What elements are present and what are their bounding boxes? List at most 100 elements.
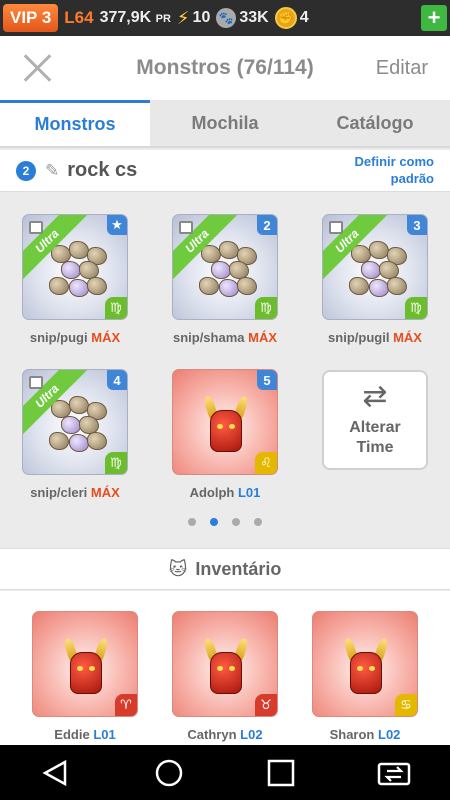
cat-face-icon: 🐱 — [168, 558, 188, 579]
monster-level: MÁX — [90, 485, 120, 500]
inventory-label: Sharon L02 — [290, 727, 440, 742]
monster-name: snip/pugi — [29, 330, 88, 345]
tab-catalogo[interactable]: Catálogo — [300, 100, 450, 146]
monster-label: snip/pugi MÁX — [0, 330, 150, 345]
system-nav-bar — [0, 745, 450, 800]
monster-level: MÁX — [393, 330, 422, 345]
monster-level: MÁX — [248, 330, 278, 345]
home-icon[interactable] — [149, 753, 189, 793]
switch-app-icon[interactable] — [374, 753, 414, 793]
inventory-label: Cathryn L02 — [150, 727, 300, 742]
tab-monstros[interactable]: Monstros — [0, 100, 150, 146]
page-dot[interactable] — [232, 518, 240, 526]
monster-card[interactable]: 5 ♌ — [172, 369, 278, 475]
star-badge: ★ — [107, 215, 127, 235]
demon-monster-image — [338, 636, 394, 698]
monster-level: L01 — [237, 485, 261, 500]
monster-name: snip/cleri — [30, 485, 88, 500]
monster-card[interactable]: Ultra 3 ♍ — [322, 214, 428, 320]
energy-value: 10 — [192, 9, 211, 26]
tab-bar: Monstros Mochila Catálogo — [0, 100, 450, 148]
page-dot[interactable] — [254, 518, 262, 526]
page-dot-active[interactable] — [210, 518, 218, 526]
slot-badge: 2 — [257, 215, 277, 235]
team-bar: 2 ✎ rock cs Definir como padrão — [0, 150, 450, 192]
monster-label: snip/shama MÁX — [150, 330, 300, 345]
inventory-label: Eddie L01 — [10, 727, 160, 742]
monster-name: snip/shama — [172, 330, 245, 345]
taurus-element-icon: ♉ — [255, 694, 277, 716]
close-icon[interactable] — [20, 50, 56, 86]
slot-badge: 4 — [107, 370, 127, 390]
set-default-line1: Definir como — [354, 154, 434, 169]
monster-level: L02 — [378, 727, 401, 742]
monster-label: Adolph L01 — [150, 485, 300, 500]
monster-card[interactable]: Ultra ★ ♍ — [22, 214, 128, 320]
slot-badge: 5 — [257, 370, 277, 390]
book-icon — [29, 221, 43, 234]
coins-value: 4 — [299, 9, 309, 26]
vip-badge[interactable]: VIP 3 — [3, 4, 59, 32]
power-value: 377,9K — [99, 9, 152, 26]
virgo-element-icon: ♍ — [105, 452, 127, 474]
virgo-element-icon: ♍ — [105, 297, 127, 319]
team-name[interactable]: rock cs — [67, 159, 137, 182]
monster-label: snip/cleri MÁX — [0, 485, 150, 500]
monster-level: L02 — [240, 727, 263, 742]
inventory-title: Inventário — [195, 558, 282, 579]
monster-level: L01 — [93, 727, 116, 742]
page-title: Monstros (76/114) — [136, 56, 314, 79]
inventory-card[interactable]: ♈ — [32, 611, 138, 717]
pencil-icon[interactable]: ✎ — [45, 161, 59, 181]
virgo-element-icon: ♍ — [255, 297, 277, 319]
power-rating: 377,9K PR — [100, 9, 171, 27]
coins-stat[interactable]: ✊ 4 — [274, 7, 309, 29]
rock-monster-image — [47, 394, 107, 454]
demon-monster-image — [198, 394, 254, 456]
rock-monster-image — [347, 239, 407, 299]
leo-element-icon: ♌ — [255, 452, 277, 474]
set-default-line2: padrão — [390, 171, 434, 186]
change-team-label: Alterar Time — [349, 418, 401, 458]
inventory-card[interactable]: ♉ — [172, 611, 278, 717]
cancer-element-icon: ♋ — [395, 694, 417, 716]
energy-stat[interactable]: ⚡ 10 — [177, 8, 210, 29]
vip-label: VIP 3 — [10, 8, 52, 27]
team-number-badge: 2 — [16, 160, 36, 181]
change-team-line2: Time — [356, 439, 394, 456]
monster-name: Sharon — [329, 727, 375, 742]
change-team-line1: Alterar — [349, 419, 401, 436]
recents-icon[interactable] — [261, 753, 301, 793]
tab-mochila[interactable]: Mochila — [150, 100, 300, 146]
add-currency-button[interactable]: + — [421, 5, 447, 31]
inventory-card[interactable]: ♋ — [312, 611, 418, 717]
monster-card[interactable]: Ultra 4 ♍ — [22, 369, 128, 475]
monster-label: snip/pugil MÁX — [300, 330, 450, 345]
set-default-button[interactable]: Definir como padrão — [355, 153, 434, 187]
status-bar: VIP 3 L64 377,9K PR ⚡ 10 🐾 33K ✊ 4 + — [0, 0, 450, 36]
book-icon — [29, 376, 43, 389]
paws-stat[interactable]: 🐾 33K — [216, 8, 269, 28]
edit-button[interactable]: Editar — [376, 57, 428, 80]
rock-monster-image — [197, 239, 257, 299]
page-indicator — [0, 518, 450, 526]
page-dot[interactable] — [188, 518, 196, 526]
demon-monster-image — [58, 636, 114, 698]
monster-name: Eddie — [54, 727, 90, 742]
paw-icon: 🐾 — [216, 8, 237, 28]
swap-arrows-icon: ⇄ — [362, 380, 388, 413]
inventory-header: 🐱 Inventário — [0, 548, 450, 590]
book-icon — [329, 221, 343, 234]
demon-monster-image — [198, 636, 254, 698]
power-unit: PR — [155, 13, 171, 25]
monster-card[interactable]: Ultra 2 ♍ — [172, 214, 278, 320]
monster-name: snip/pugil — [328, 330, 390, 345]
paws-value: 33K — [239, 9, 269, 26]
monster-level: MÁX — [91, 330, 121, 345]
player-level: L64 — [64, 8, 94, 27]
monster-name: Cathryn — [187, 727, 237, 742]
change-team-button[interactable]: ⇄ Alterar Time — [322, 370, 428, 470]
back-icon[interactable] — [36, 753, 76, 793]
aries-element-icon: ♈ — [115, 694, 137, 716]
lightning-icon: ⚡ — [176, 7, 190, 28]
